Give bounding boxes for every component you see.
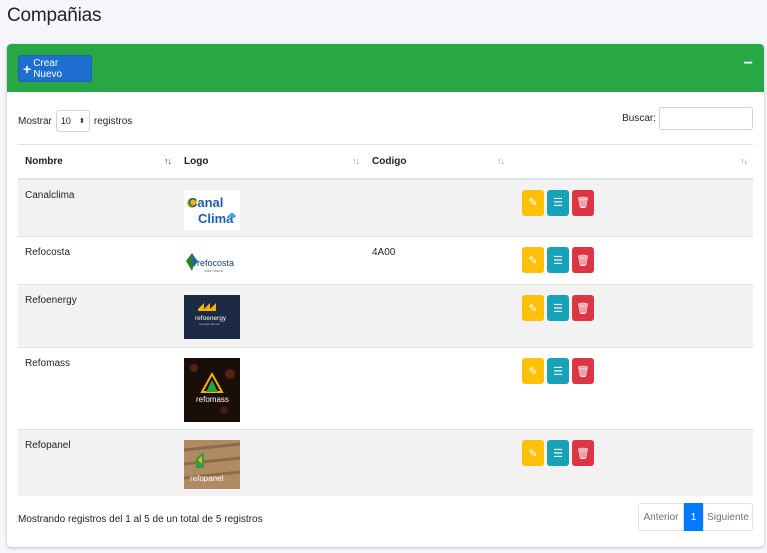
sort-caret-icon: ⬍ bbox=[79, 117, 85, 125]
cell-actions: ✎ ☰ 🗑 bbox=[510, 347, 753, 430]
show-label: Mostrar bbox=[18, 115, 52, 127]
canalclima-logo: Canal Clima bbox=[184, 189, 240, 230]
pencil-icon: ✎ bbox=[528, 197, 538, 209]
list-button[interactable]: ☰ bbox=[547, 247, 569, 273]
logo-text: refocosta bbox=[197, 258, 234, 268]
logo-text: refoenergy bbox=[195, 315, 227, 322]
logo-text: refomass bbox=[196, 395, 229, 404]
sort-icon: ↑↓ bbox=[352, 156, 360, 166]
list-button[interactable]: ☰ bbox=[547, 295, 569, 321]
delete-button[interactable]: 🗑 bbox=[572, 189, 594, 216]
next-page-button[interactable]: Siguiente bbox=[703, 503, 753, 531]
delete-button[interactable]: 🗑 bbox=[572, 358, 594, 384]
trash-icon: 🗑 bbox=[576, 447, 590, 460]
cell-logo: refopanel bbox=[177, 429, 365, 496]
cell-codigo bbox=[365, 429, 510, 496]
page-1-button[interactable]: 1 bbox=[684, 503, 703, 531]
trash-icon: 🗑 bbox=[576, 197, 590, 209]
column-header-codigo[interactable]: Codigo ↑↓ bbox=[365, 144, 510, 180]
edit-button[interactable]: ✎ bbox=[522, 358, 544, 384]
list-icon: ☰ bbox=[553, 254, 563, 267]
cell-codigo bbox=[365, 347, 510, 430]
cell-nombre: Refopanel bbox=[18, 429, 177, 496]
refocosta-logo: refocosta valor natural bbox=[184, 247, 240, 275]
list-button[interactable]: ☰ bbox=[547, 358, 569, 384]
table-row: Canalclima Canal Clima ✎ ☰ 🗑 bbox=[18, 178, 753, 237]
list-button[interactable]: ☰ bbox=[547, 440, 569, 466]
list-button[interactable]: ☰ bbox=[547, 189, 569, 216]
cell-logo: refoenergy energía natural bbox=[177, 284, 365, 348]
page-title: Compañias bbox=[7, 5, 102, 26]
logo-text: Clima bbox=[198, 211, 234, 226]
list-icon: ☰ bbox=[553, 447, 563, 460]
refoenergy-logo: refoenergy energía natural bbox=[184, 295, 240, 339]
logo-text: Canal bbox=[188, 195, 223, 210]
cell-codigo bbox=[365, 284, 510, 348]
table-info: Mostrando registros del 1 al 5 de un tot… bbox=[18, 514, 263, 525]
card-header: + Crear Nuevo − bbox=[7, 44, 764, 92]
table-row: Refopanel refopanel ✎ ☰ 🗑 bbox=[18, 429, 753, 496]
refopanel-logo: refopanel bbox=[184, 440, 240, 489]
create-new-label: Crear Nuevo bbox=[33, 57, 63, 80]
cell-nombre: Canalclima bbox=[18, 178, 177, 237]
logo-text: energía natural bbox=[199, 322, 220, 326]
edit-button[interactable]: ✎ bbox=[522, 295, 544, 321]
sort-icon: ↑↓ bbox=[164, 156, 172, 166]
cell-nombre: Refocosta bbox=[18, 236, 177, 285]
search-input[interactable] bbox=[659, 107, 753, 130]
cell-codigo bbox=[365, 178, 510, 237]
pencil-icon: ✎ bbox=[528, 365, 538, 378]
prev-page-button[interactable]: Anterior bbox=[638, 503, 684, 531]
records-label: registros bbox=[93, 115, 133, 127]
search-control: Buscar: bbox=[622, 107, 753, 130]
table-row: Refoenergy refoenergy energía natural ✎ … bbox=[18, 284, 753, 348]
pencil-icon: ✎ bbox=[528, 447, 538, 460]
plus-icon: + bbox=[23, 60, 32, 77]
cell-actions: ✎ ☰ 🗑 bbox=[510, 236, 753, 285]
edit-button[interactable]: ✎ bbox=[522, 189, 544, 216]
page-length-select[interactable]: 10 ⬍ bbox=[55, 110, 90, 132]
pencil-icon: ✎ bbox=[528, 302, 538, 315]
cell-actions: ✎ ☰ 🗑 bbox=[510, 178, 753, 237]
cell-actions: ✎ ☰ 🗑 bbox=[510, 284, 753, 348]
delete-button[interactable]: 🗑 bbox=[572, 295, 594, 321]
column-header-actions[interactable]: ↑↓ bbox=[510, 144, 753, 180]
cell-logo: refomass bbox=[177, 347, 365, 430]
trash-icon: 🗑 bbox=[576, 254, 590, 267]
cell-codigo: 4A00 bbox=[365, 236, 510, 285]
cell-actions: ✎ ☰ 🗑 bbox=[510, 429, 753, 496]
edit-button[interactable]: ✎ bbox=[522, 247, 544, 273]
column-header-nombre[interactable]: Nombre ↑↓ bbox=[18, 144, 177, 180]
table-row: Refocosta refocosta valor natural 4A00 ✎… bbox=[18, 236, 753, 285]
list-icon: ☰ bbox=[553, 197, 563, 209]
cell-logo: refocosta valor natural bbox=[177, 236, 365, 285]
cell-logo: Canal Clima bbox=[177, 178, 365, 237]
pencil-icon: ✎ bbox=[528, 254, 538, 267]
pagination: Anterior 1 Siguiente bbox=[638, 503, 753, 531]
sort-icon: ↑↓ bbox=[497, 156, 505, 166]
page-length-value: 10 bbox=[60, 116, 71, 126]
logo-text: refopanel bbox=[190, 474, 224, 483]
column-header-logo[interactable]: Logo ↑↓ bbox=[177, 144, 365, 180]
companies-table: Nombre ↑↓ Logo ↑↓ Codigo ↑↓ ↑↓ Canalclima C… bbox=[18, 144, 753, 496]
sort-icon: ↑↓ bbox=[740, 156, 748, 166]
search-label: Buscar: bbox=[622, 113, 656, 124]
trash-icon: 🗑 bbox=[576, 302, 590, 315]
trash-icon: 🗑 bbox=[576, 365, 590, 378]
companies-card: + Crear Nuevo − Mostrar 10 ⬍ registros B… bbox=[7, 44, 764, 547]
cell-nombre: Refomass bbox=[18, 347, 177, 430]
page-length-control: Mostrar 10 ⬍ registros bbox=[18, 110, 132, 132]
create-new-button[interactable]: + Crear Nuevo bbox=[18, 55, 92, 82]
collapse-button[interactable]: − bbox=[744, 56, 753, 72]
logo-text: valor natural bbox=[204, 269, 223, 273]
edit-button[interactable]: ✎ bbox=[522, 440, 544, 466]
list-icon: ☰ bbox=[553, 365, 563, 378]
delete-button[interactable]: 🗑 bbox=[572, 440, 594, 466]
list-icon: ☰ bbox=[553, 302, 563, 315]
delete-button[interactable]: 🗑 bbox=[572, 247, 594, 273]
cell-nombre: Refoenergy bbox=[18, 284, 177, 348]
refomass-logo: refomass bbox=[184, 358, 240, 422]
table-row: Refomass refomass ✎ ☰ 🗑 bbox=[18, 347, 753, 430]
